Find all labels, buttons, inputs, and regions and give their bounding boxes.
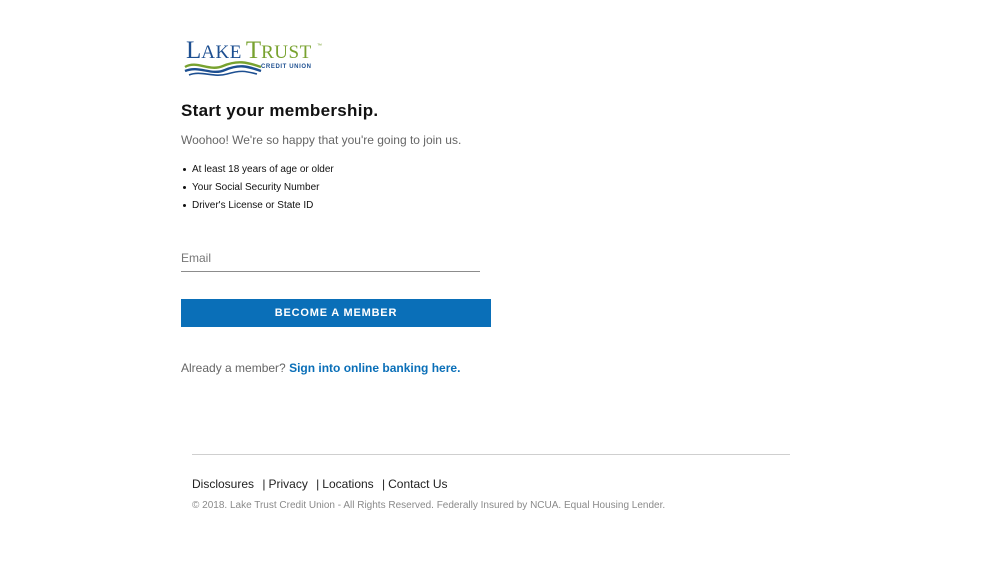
list-item: Your Social Security Number	[183, 181, 334, 199]
footer-separator: |	[316, 477, 320, 491]
copyright-text: © 2018. Lake Trust Credit Union - All Ri…	[192, 500, 666, 511]
intro-text: Woohoo! We're so happy that you're going…	[181, 133, 462, 147]
logo-subtitle: CREDIT UNION	[261, 64, 312, 70]
list-item: Driver's License or State ID	[183, 199, 334, 217]
already-member-text: Already a member? Sign into online banki…	[181, 361, 460, 375]
footer-links: Disclosures | Privacy | Locations | Contact…	[192, 477, 448, 491]
page-title: Start your membership.	[181, 101, 379, 120]
footer-separator: |	[262, 477, 266, 491]
sign-in-link[interactable]: Sign into online banking here.	[289, 361, 460, 375]
footer-link-locations[interactable]: Locations	[322, 477, 373, 491]
footer-link-disclosures[interactable]: Disclosures	[192, 477, 254, 491]
lake-trust-logo[interactable]: LAKE TRUST ™ CREDIT UNION	[183, 38, 325, 80]
logo-trademark: ™	[317, 43, 322, 49]
already-member-label: Already a member?	[181, 361, 286, 375]
page: LAKE TRUST ™ CREDIT UNION Start your mem…	[0, 0, 1000, 573]
email-field[interactable]	[181, 244, 480, 272]
become-member-button[interactable]: BECOME A MEMBER	[181, 299, 491, 327]
requirements-list: At least 18 years of age or older Your S…	[183, 163, 334, 217]
footer-link-contact-us[interactable]: Contact Us	[388, 477, 447, 491]
footer-separator: |	[382, 477, 386, 491]
footer-divider	[192, 454, 790, 455]
footer-link-privacy[interactable]: Privacy	[268, 477, 307, 491]
list-item: At least 18 years of age or older	[183, 163, 334, 181]
waves-icon	[184, 61, 262, 76]
